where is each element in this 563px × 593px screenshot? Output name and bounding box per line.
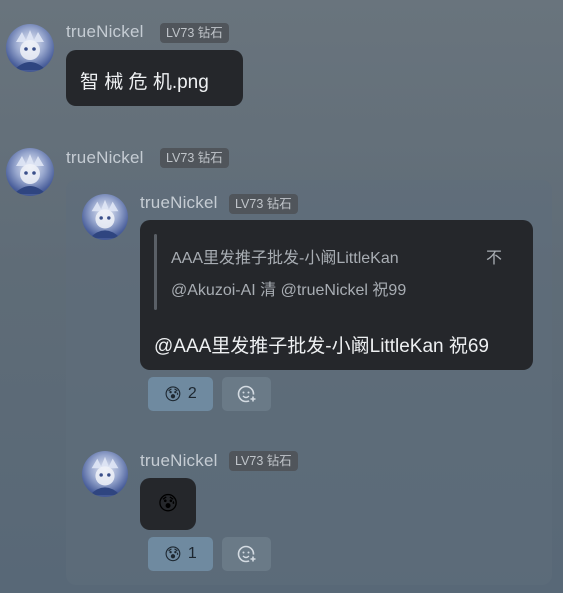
- reaction-count: 2: [187, 385, 197, 402]
- add-reaction-button[interactable]: [222, 537, 271, 571]
- quoted-text: @Akuzoi-AI 清 @trueNickel 祝99: [171, 282, 407, 299]
- avatar[interactable]: [6, 24, 54, 72]
- reply-text: @AAA里发推子批发-小阚LittleKan 祝69: [154, 336, 489, 357]
- avatar[interactable]: [82, 451, 128, 497]
- level-badge: LV73 钻石: [229, 194, 298, 214]
- emoji-message-bubble[interactable]: 😰: [140, 478, 196, 530]
- anxious-face-emoji: 😰: [157, 493, 179, 515]
- level-badge: LV73 钻石: [229, 451, 298, 471]
- reaction-button[interactable]: 😰 2: [148, 377, 213, 411]
- reply-bubble[interactable]: AAA里发推子批发-小阚LittleKan 不 @Akuzoi-AI 清 @tr…: [140, 220, 533, 370]
- reaction-count: 1: [187, 545, 197, 562]
- reaction-button[interactable]: 😰 1: [148, 537, 213, 571]
- add-reaction-icon: [237, 545, 257, 564]
- quoted-author: AAA里发推子批发-小阚LittleKan: [171, 250, 399, 267]
- username[interactable]: trueNickel: [66, 22, 144, 42]
- username[interactable]: trueNickel: [66, 148, 144, 168]
- anxious-face-emoji: 😰: [164, 384, 182, 404]
- username[interactable]: trueNickel: [140, 451, 218, 471]
- anxious-face-emoji: 😰: [164, 544, 182, 564]
- message-text: 智 械 危 机.png: [80, 72, 209, 93]
- quote-bar: [154, 234, 157, 310]
- avatar[interactable]: [82, 194, 128, 240]
- level-badge: LV73 钻石: [160, 23, 229, 43]
- message-bubble[interactable]: 智 械 危 机.png: [66, 50, 243, 106]
- avatar[interactable]: [6, 148, 54, 196]
- username[interactable]: trueNickel: [140, 193, 218, 213]
- level-badge: LV73 钻石: [160, 148, 229, 168]
- add-reaction-button[interactable]: [222, 377, 271, 411]
- collapse-quote-button[interactable]: 不: [486, 244, 502, 268]
- add-reaction-icon: [237, 385, 257, 404]
